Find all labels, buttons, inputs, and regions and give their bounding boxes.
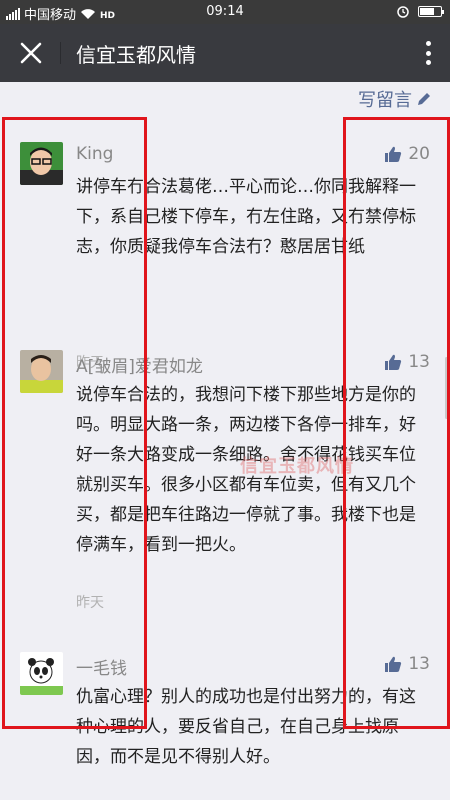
- title-divider: [60, 42, 61, 64]
- watermark: 信宜玉都风情: [240, 456, 354, 477]
- status-left: 中国移动 HD: [6, 4, 118, 23]
- more-dot: [425, 41, 431, 46]
- status-time: 09:14: [206, 4, 244, 19]
- carrier-label: 中国移动: [24, 8, 77, 23]
- more-dot: [425, 60, 431, 65]
- svg-text:HD: HD: [100, 11, 115, 20]
- battery-icon: [418, 5, 444, 17]
- status-right: [396, 4, 444, 18]
- more-button[interactable]: [420, 38, 436, 68]
- write-comment-label: 写留言: [358, 90, 412, 111]
- comments-area[interactable]: 写留言 King 20 讲停车冇合法葛佬…平心而论…你同我解释一下，系自己楼下停…: [0, 82, 450, 800]
- alarm-icon: [397, 6, 409, 18]
- status-bar: 中国移动 HD 09:14: [0, 0, 450, 24]
- title-bar: 信宜玉都风情: [0, 24, 450, 82]
- pencil-icon: [418, 93, 430, 105]
- close-icon: [20, 42, 42, 64]
- highlight-box-left: [2, 117, 147, 729]
- highlight-box-right: [343, 117, 450, 729]
- wifi-icon: [81, 8, 96, 19]
- write-comment-link[interactable]: 写留言: [358, 86, 432, 112]
- signal-icon: [6, 7, 20, 20]
- close-button[interactable]: [12, 34, 50, 72]
- more-dot: [425, 50, 431, 56]
- hd-icon: HD: [100, 11, 115, 20]
- page-title: 信宜玉都风情: [76, 43, 196, 67]
